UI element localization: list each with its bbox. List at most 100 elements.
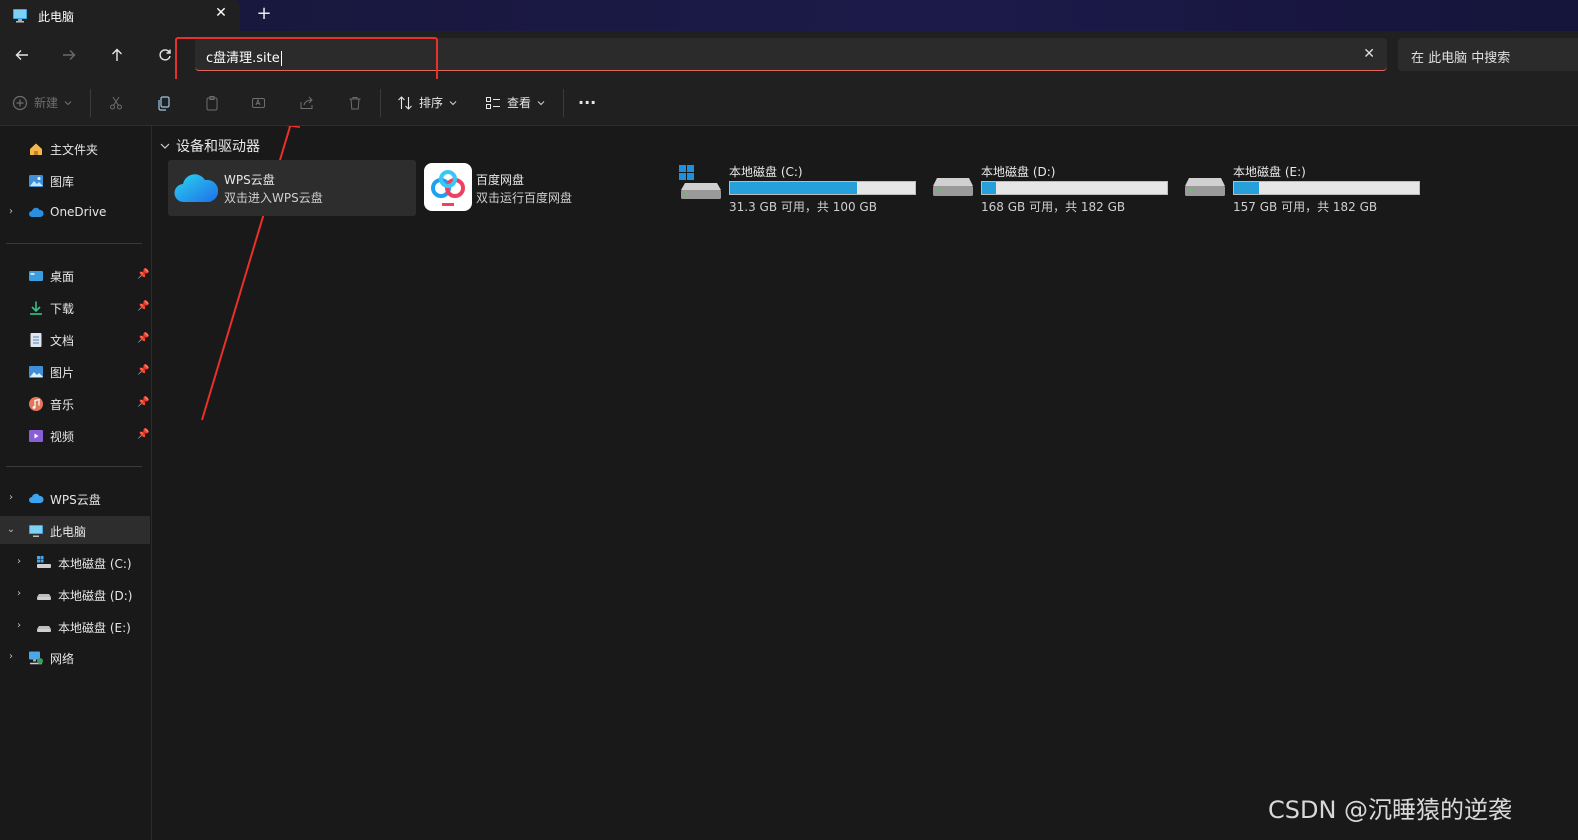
pin-icon[interactable]: 📌 <box>137 301 149 312</box>
sidebar-divider <box>6 466 142 467</box>
command-bar: 新建 排序 查看 ··· <box>0 79 1578 126</box>
rename-button[interactable] <box>251 79 267 126</box>
drive-icon <box>36 619 52 635</box>
drive-usage-bar <box>729 181 916 195</box>
sort-label: 排序 <box>419 96 444 110</box>
tab-this-pc[interactable]: 此电脑 ✕ <box>0 0 240 31</box>
app-tile-baidu-netdisk[interactable]: 百度网盘 双击运行百度网盘 <box>420 160 668 216</box>
sidebar-item-home[interactable]: 主文件夹 <box>0 134 150 162</box>
chevron-right-icon[interactable]: › <box>6 651 16 662</box>
pin-icon[interactable]: 📌 <box>137 333 149 344</box>
chevron-down-icon <box>64 100 72 105</box>
toolbar-divider <box>563 89 564 117</box>
drive-name: 本地磁盘 (D:) <box>981 165 1056 179</box>
up-button[interactable] <box>104 42 130 68</box>
sidebar-item-desktop[interactable]: 桌面 📌 <box>0 261 150 289</box>
computer-icon <box>28 523 44 539</box>
sidebar-label: 本地磁盘 (D:) <box>58 589 133 603</box>
sidebar-label: 桌面 <box>50 270 75 284</box>
sidebar-item-drive-c[interactable]: › 本地磁盘 (C:) <box>0 548 150 576</box>
download-icon <box>28 300 44 316</box>
sidebar-label: 网络 <box>50 652 75 666</box>
refresh-icon <box>159 49 171 61</box>
group-title: 设备和驱动器 <box>176 139 260 155</box>
paste-button[interactable] <box>204 79 220 126</box>
clear-address-button[interactable]: ✕ <box>1363 46 1375 62</box>
drive-usage-bar <box>1233 181 1420 195</box>
sidebar-item-this-pc[interactable]: ⌄ 此电脑 <box>0 516 150 544</box>
sidebar-item-drive-d[interactable]: › 本地磁盘 (D:) <box>0 580 150 608</box>
sidebar-label: OneDrive <box>50 205 107 219</box>
new-button[interactable]: 新建 <box>12 79 72 126</box>
chevron-down-icon <box>160 143 170 149</box>
drive-free-space: 168 GB 可用，共 182 GB <box>981 200 1126 214</box>
app-description: 双击运行百度网盘 <box>476 191 573 205</box>
watermark: CSDN @沉睡猿的逆袭 <box>1268 796 1513 824</box>
sidebar-item-pictures[interactable]: 图片 📌 <box>0 357 150 385</box>
chevron-right-icon[interactable]: › <box>14 620 24 631</box>
system-drive-icon <box>679 165 723 201</box>
drive-tile-c[interactable]: 本地磁盘 (C:) 31.3 GB 可用，共 100 GB <box>679 160 929 220</box>
chevron-right-icon[interactable]: › <box>6 206 16 217</box>
trash-icon <box>349 96 361 109</box>
clipboard-icon <box>206 95 218 110</box>
more-options-button[interactable]: ··· <box>578 79 596 126</box>
chevron-down-icon[interactable]: ⌄ <box>6 524 16 535</box>
add-circle-icon <box>12 95 28 110</box>
sidebar-label: 本地磁盘 (C:) <box>58 557 132 571</box>
chevron-right-icon[interactable]: › <box>6 492 16 503</box>
video-icon <box>28 428 44 444</box>
chevron-down-icon <box>537 100 545 105</box>
sidebar-item-videos[interactable]: 视频 📌 <box>0 421 150 449</box>
drive-tile-e[interactable]: 本地磁盘 (E:) 157 GB 可用，共 182 GB <box>1183 160 1433 220</box>
toolbar-divider <box>380 89 381 117</box>
picture-icon <box>28 364 44 380</box>
sidebar-item-onedrive[interactable]: › OneDrive <box>0 198 150 226</box>
copy-button[interactable] <box>156 79 172 126</box>
sidebar-item-downloads[interactable]: 下载 📌 <box>0 293 150 321</box>
share-button[interactable] <box>299 79 315 126</box>
sidebar-label: 视频 <box>50 430 75 444</box>
view-button[interactable]: 查看 <box>485 79 545 126</box>
sidebar-item-gallery[interactable]: 图库 <box>0 166 150 194</box>
chevron-right-icon[interactable]: › <box>14 556 24 567</box>
app-tile-wps-cloud[interactable]: WPS云盘 双击进入WPS云盘 <box>168 160 416 216</box>
search-box[interactable]: 在 此电脑 中搜索 <box>1398 38 1578 71</box>
chevron-right-icon[interactable]: › <box>14 588 24 599</box>
home-icon <box>28 141 44 157</box>
delete-button[interactable] <box>347 79 363 126</box>
sidebar-label: 图片 <box>50 366 75 380</box>
drive-tile-d[interactable]: 本地磁盘 (D:) 168 GB 可用，共 182 GB <box>931 160 1181 220</box>
sort-icon <box>398 95 412 110</box>
back-button[interactable] <box>9 42 35 68</box>
pin-icon[interactable]: 📌 <box>137 269 149 280</box>
sidebar-item-music[interactable]: 音乐 📌 <box>0 389 150 417</box>
close-tab-button[interactable]: ✕ <box>213 5 229 21</box>
wps-cloud-icon <box>174 168 218 206</box>
sidebar-item-documents[interactable]: 文档 📌 <box>0 325 150 353</box>
app-name: WPS云盘 <box>224 173 275 187</box>
network-icon <box>28 650 44 666</box>
forward-button[interactable] <box>56 42 82 68</box>
search-placeholder: 在 此电脑 中搜索 <box>1411 51 1511 66</box>
cut-button[interactable] <box>108 79 124 126</box>
new-label: 新建 <box>34 96 59 110</box>
group-header-devices[interactable]: 设备和驱动器 <box>160 136 260 156</box>
sidebar-item-wps-cloud[interactable]: › WPS云盘 <box>0 484 150 512</box>
pin-icon[interactable]: 📌 <box>137 429 149 440</box>
share-icon <box>300 96 313 109</box>
sort-button[interactable]: 排序 <box>397 79 457 126</box>
app-description: 双击进入WPS云盘 <box>224 191 323 205</box>
sidebar-divider <box>6 243 142 244</box>
new-tab-button[interactable]: + <box>255 3 273 24</box>
pin-icon[interactable]: 📌 <box>137 397 149 408</box>
pin-icon[interactable]: 📌 <box>137 365 149 376</box>
baidu-netdisk-icon <box>424 163 472 211</box>
sidebar-label: 文档 <box>50 334 75 348</box>
sidebar-item-network[interactable]: › 网络 <box>0 643 150 671</box>
drive-usage-bar <box>981 181 1168 195</box>
copy-icon <box>158 95 170 111</box>
tab-title: 此电脑 <box>38 10 75 24</box>
view-list-icon <box>486 96 500 109</box>
sidebar-item-drive-e[interactable]: › 本地磁盘 (E:) <box>0 612 150 640</box>
